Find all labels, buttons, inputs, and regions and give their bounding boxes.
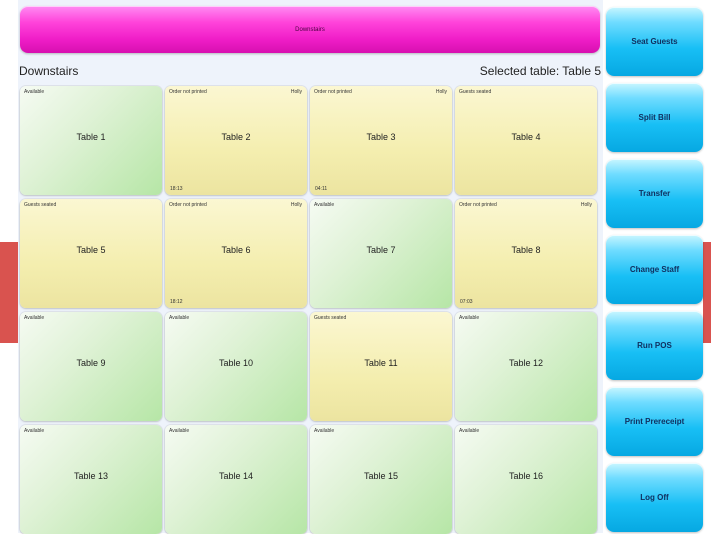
floor-header: Downstairs Selected table: Table 5 (18, 58, 601, 84)
selected-table-label: Selected table: Table 5 (479, 64, 601, 78)
action-panel: Seat Guests Split Bill Transfer Change S… (604, 0, 703, 533)
table-name: Table 4 (511, 132, 541, 142)
table-name: Table 5 (76, 245, 106, 255)
table-name: Table 16 (508, 471, 544, 481)
table-name: Table 15 (363, 471, 399, 481)
table-status: Available (169, 428, 190, 434)
table-tile[interactable]: Available Table 7 (310, 199, 452, 308)
table-tile[interactable]: Guests seated Table 4 (455, 86, 597, 195)
table-name: Table 14 (218, 471, 254, 481)
table-tile[interactable]: Available Table 10 (165, 312, 307, 421)
table-tile[interactable]: Guests seated Table 11 (310, 312, 452, 421)
table-status: Guests seated (24, 202, 57, 208)
table-status: Guests seated (459, 89, 492, 95)
table-name: Table 3 (366, 132, 396, 142)
seat-guests-button[interactable]: Seat Guests (606, 7, 703, 76)
table-time: 04:11 (315, 186, 328, 192)
log-off-button[interactable]: Log Off (606, 463, 703, 532)
table-tile[interactable]: Available Table 9 (20, 312, 162, 421)
floor-plan-area: Downstairs Downstairs Selected table: Ta… (18, 0, 603, 534)
left-accent-bar (0, 242, 18, 343)
table-status: Available (24, 315, 45, 321)
table-status: Available (24, 89, 45, 95)
table-status: Available (459, 428, 480, 434)
table-status: Order not printed (459, 202, 497, 208)
table-staff: Holly (290, 202, 302, 208)
run-pos-button[interactable]: Run POS (606, 311, 703, 380)
table-status: Available (24, 428, 45, 434)
table-tile[interactable]: Available Table 15 (310, 425, 452, 534)
table-name: Table 9 (76, 358, 106, 368)
area-banner-label: Downstairs (295, 26, 325, 33)
split-bill-button[interactable]: Split Bill (606, 83, 703, 152)
area-banner-button[interactable]: Downstairs (20, 6, 600, 53)
change-staff-button[interactable]: Change Staff (606, 235, 703, 304)
table-status: Guests seated (314, 315, 347, 321)
table-name: Table 1 (76, 132, 106, 142)
table-tile[interactable]: Guests seated Table 5 (20, 199, 162, 308)
table-time: 18:13 (170, 186, 183, 192)
table-name: Table 8 (511, 245, 541, 255)
table-name: Table 7 (366, 245, 396, 255)
table-tile[interactable]: Order not printed Holly Table 3 04:11 (310, 86, 452, 195)
transfer-button[interactable]: Transfer (606, 159, 703, 228)
table-status: Available (314, 202, 335, 208)
table-tile[interactable]: Available Table 16 (455, 425, 597, 534)
table-staff: Holly (290, 89, 302, 95)
print-prereceipt-button[interactable]: Print Prereceipt (606, 387, 703, 456)
table-name: Table 13 (73, 471, 109, 481)
table-tile[interactable]: Available Table 1 (20, 86, 162, 195)
area-name: Downstairs (19, 64, 79, 78)
table-status: Order not printed (314, 89, 352, 95)
table-name: Table 6 (221, 245, 251, 255)
table-status: Available (169, 315, 190, 321)
table-name: Table 2 (221, 132, 251, 142)
table-time: 18:12 (170, 299, 183, 305)
table-grid: Available Table 1 Order not printed Holl… (20, 86, 600, 534)
table-name: Table 10 (218, 358, 254, 368)
table-tile[interactable]: Available Table 13 (20, 425, 162, 534)
table-status: Order not printed (169, 202, 207, 208)
right-accent-bar (703, 242, 711, 343)
table-status: Available (459, 315, 480, 321)
table-tile[interactable]: Order not printed Holly Table 8 07:03 (455, 199, 597, 308)
table-staff: Holly (580, 202, 592, 208)
table-tile[interactable]: Available Table 12 (455, 312, 597, 421)
table-tile[interactable]: Available Table 14 (165, 425, 307, 534)
table-staff: Holly (435, 89, 447, 95)
table-name: Table 12 (508, 358, 544, 368)
table-time: 07:03 (460, 299, 473, 305)
table-status: Available (314, 428, 335, 434)
table-status: Order not printed (169, 89, 207, 95)
table-tile[interactable]: Order not printed Holly Table 2 18:13 (165, 86, 307, 195)
table-tile[interactable]: Order not printed Holly Table 6 18:12 (165, 199, 307, 308)
table-name: Table 11 (364, 358, 398, 368)
